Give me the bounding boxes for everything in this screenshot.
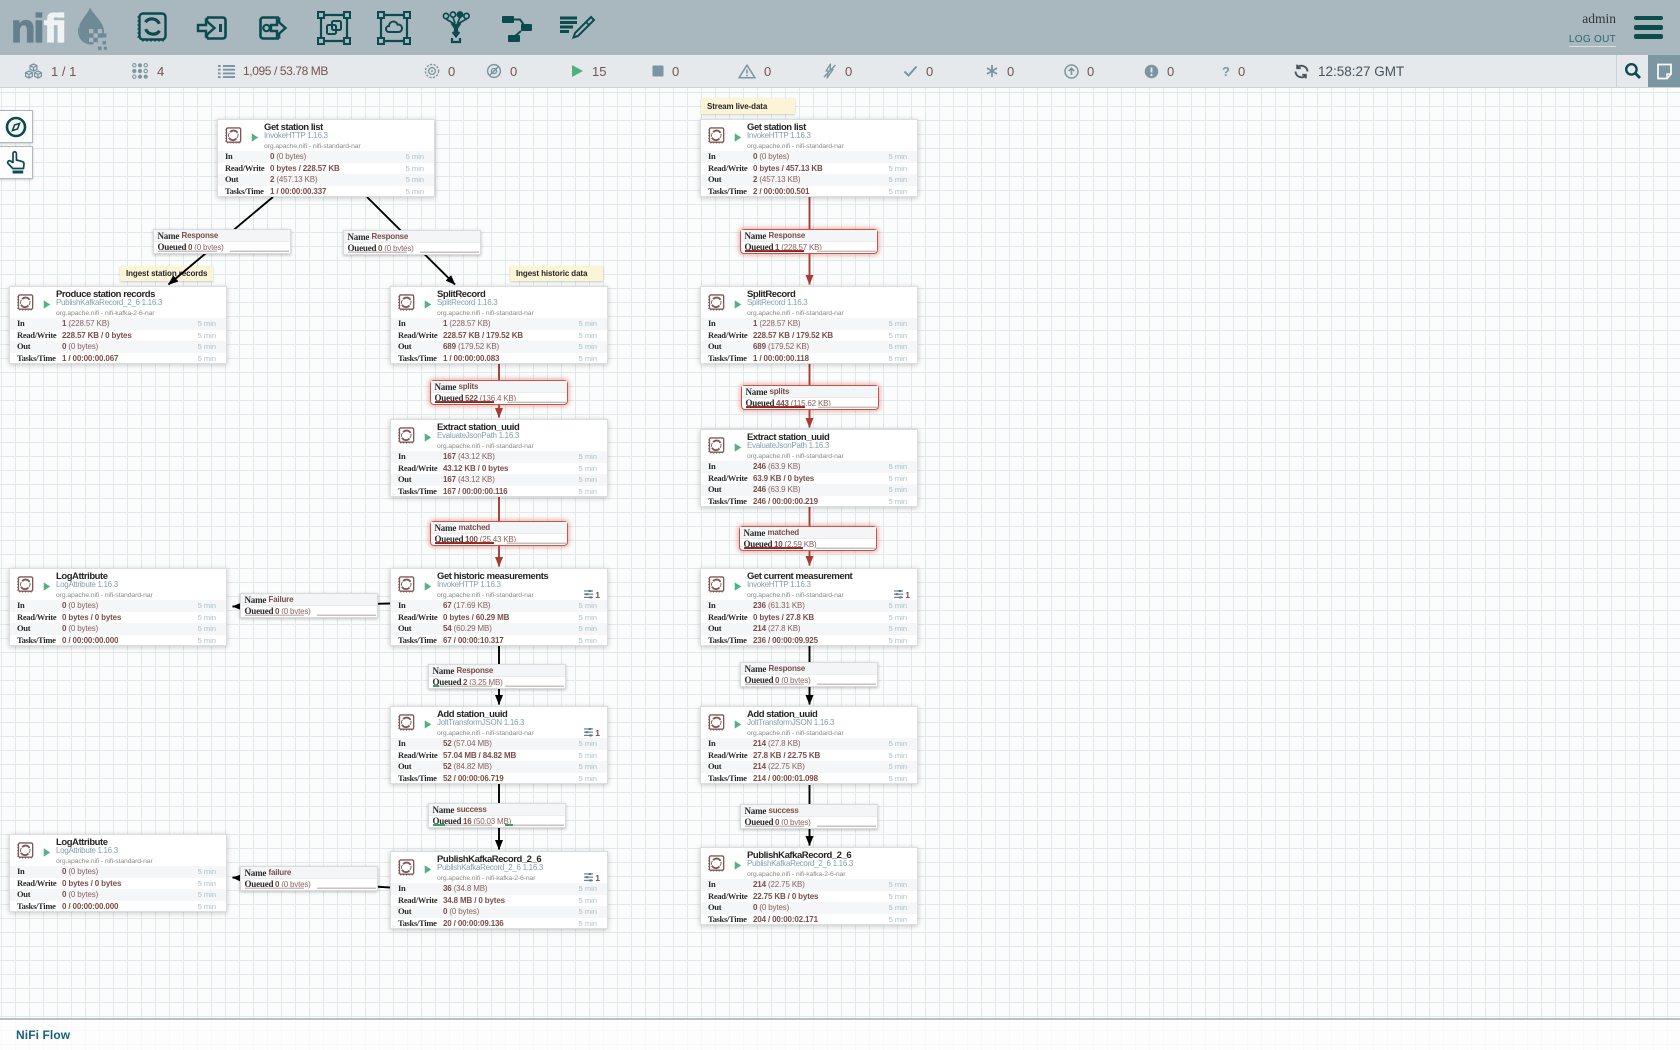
svg-text:fi: fi <box>44 7 64 51</box>
svg-text:ni: ni <box>11 7 43 51</box>
